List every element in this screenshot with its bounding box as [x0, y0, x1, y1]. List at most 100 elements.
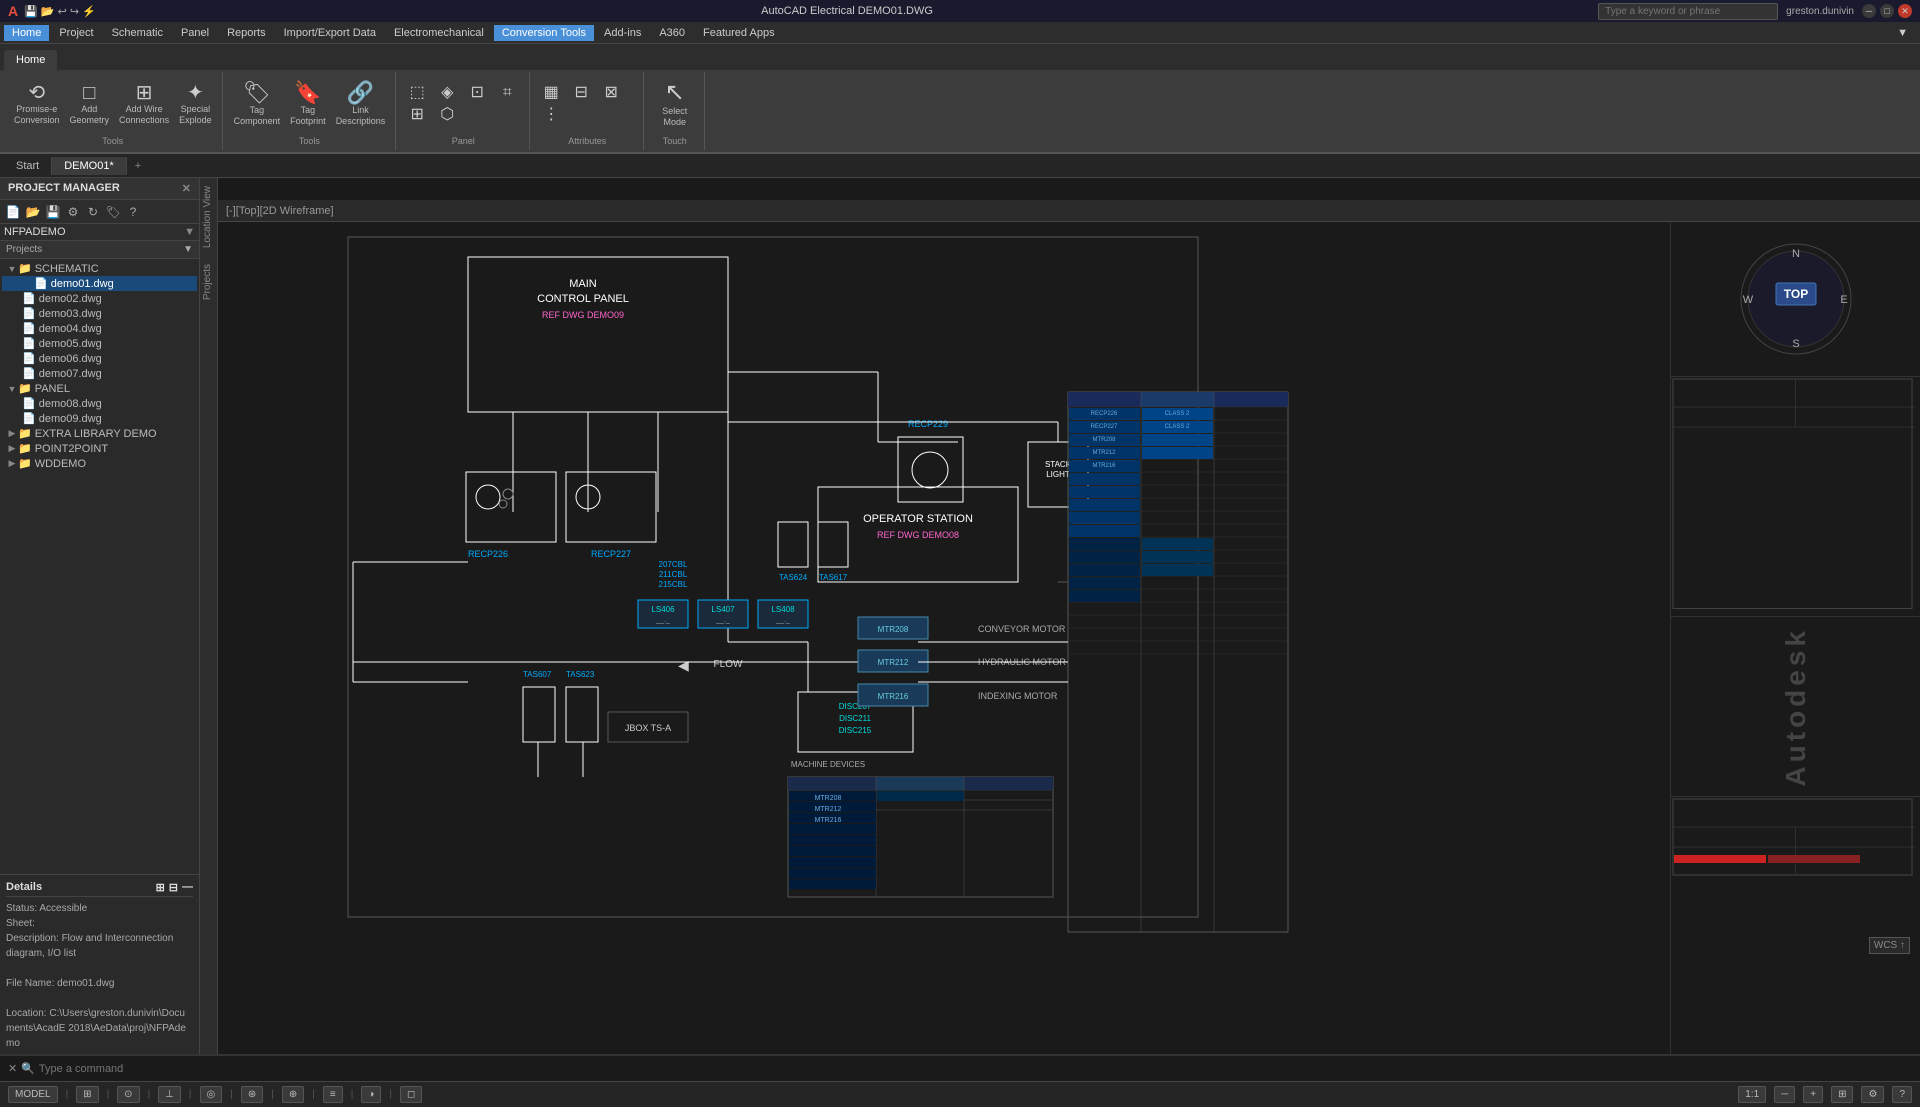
tree-item-demo08[interactable]: 📄 demo08.dwg [2, 396, 197, 411]
btn-attr-4[interactable]: ⋮ [537, 105, 565, 125]
tree-item-panel[interactable]: ▼ 📁 PANEL [2, 381, 197, 396]
rt-cell-13 [1069, 564, 1140, 576]
search-input[interactable] [1598, 3, 1778, 20]
btn-panel-6[interactable]: ⬡ [433, 105, 461, 125]
side-labels: Location View Projects [200, 178, 218, 1054]
osnap-button[interactable]: ⊛ [241, 1086, 263, 1103]
tree-item-wddemo[interactable]: ▶ 📁 WDDEMO [2, 456, 197, 471]
minimize-button[interactable]: ─ [1862, 4, 1876, 18]
lineweight-button[interactable]: ≡ [323, 1086, 343, 1103]
ortho-button[interactable]: ⊥ [158, 1086, 181, 1103]
root-dropdown-icon[interactable]: ▼ [184, 226, 195, 238]
main-panel-title-line2: CONTROL PANEL [537, 293, 629, 305]
btn-tag-footprint[interactable]: 🔖 TagFootprint [286, 80, 330, 129]
panel-group-label: Panel [403, 134, 523, 148]
tree-item-schematic[interactable]: ▼ 📁 SCHEMATIC [2, 261, 197, 276]
projects-view-label[interactable]: Projects [200, 256, 217, 308]
menu-conversion[interactable]: Conversion Tools [494, 25, 594, 41]
rt-cell-8 [1069, 499, 1140, 511]
command-input[interactable] [39, 1063, 1912, 1075]
btn-panel-2[interactable]: ◈ [433, 83, 461, 103]
help-button[interactable]: ? [1892, 1086, 1912, 1103]
panel-tool-settings[interactable]: ⚙ [64, 203, 82, 221]
drawing-svg[interactable]: MAIN CONTROL PANEL REF DWG DEMO09 RECP22… [218, 222, 1920, 1054]
btn-panel-5[interactable]: ⊞ [403, 105, 431, 125]
tab-start[interactable]: Start [4, 157, 52, 175]
panel-tool-tag[interactable]: 🏷 [104, 203, 122, 221]
menu-extra[interactable]: ▼ [1889, 25, 1916, 41]
panel-tool-refresh[interactable]: ↻ [84, 203, 102, 221]
menu-import-export[interactable]: Import/Export Data [276, 25, 384, 41]
close-button[interactable]: ✕ [1898, 4, 1912, 18]
tree-item-demo03[interactable]: 📄 demo03.dwg [2, 306, 197, 321]
mtr208-label: MTR208 [878, 625, 909, 634]
btn-promise-conversion[interactable]: ⟲ Promise-eConversion [10, 81, 64, 128]
btn-add-geometry[interactable]: □ AddGeometry [66, 81, 114, 128]
snap-button[interactable]: ⊙ [117, 1086, 139, 1103]
menu-electromechanical[interactable]: Electromechanical [386, 25, 492, 41]
tree-item-demo01[interactable]: 📄 demo01.dwg [2, 276, 197, 291]
btn-attr-2[interactable]: ⊟ [567, 83, 595, 103]
details-icon-3[interactable]: — [182, 881, 193, 894]
panel-tool-open[interactable]: 📂 [24, 203, 42, 221]
menu-panel[interactable]: Panel [173, 25, 217, 41]
annotation-scale[interactable]: 1:1 [1738, 1086, 1766, 1103]
btn-add-wire[interactable]: ⊞ Add WireConnections [115, 81, 173, 128]
grid-button[interactable]: ⊞ [76, 1086, 98, 1103]
btn-panel-3[interactable]: ⊡ [463, 83, 491, 103]
ribbon-tab-home[interactable]: Home [4, 50, 57, 70]
btn-attr-1[interactable]: ▦ [537, 83, 565, 103]
menu-addins[interactable]: Add-ins [596, 25, 649, 41]
menu-project[interactable]: Project [51, 25, 101, 41]
canvas-area[interactable]: [-][Top][2D Wireframe] MAIN CONTROL PANE… [218, 200, 1920, 1054]
cmd-close-icon[interactable]: ✕ [8, 1062, 17, 1075]
viewport-controls[interactable]: ⊞ [1831, 1086, 1853, 1103]
menu-a360[interactable]: A360 [651, 25, 693, 41]
tree-item-demo07[interactable]: 📄 demo07.dwg [2, 366, 197, 381]
tree-item-extra[interactable]: ▶ 📁 EXTRA LIBRARY DEMO [2, 426, 197, 441]
location-view-label[interactable]: Location View [200, 178, 217, 256]
menu-home[interactable]: Home [4, 25, 49, 41]
btn-tag-component[interactable]: 🏷 TagComponent [230, 80, 285, 129]
file-icon-demo08: 📄 [22, 397, 36, 410]
disc211-label: DISC211 [839, 714, 871, 723]
projects-collapse-icon[interactable]: ▼ [183, 244, 193, 255]
tab-demo01[interactable]: DEMO01* [52, 157, 127, 175]
viewport[interactable]: Location View Projects [-][Top][2D Wiref… [200, 178, 1920, 1054]
otrack-button[interactable]: ⊕ [282, 1086, 304, 1103]
tree-item-demo04[interactable]: 📄 demo04.dwg [2, 321, 197, 336]
btn-panel-4[interactable]: ⌗ [493, 83, 521, 103]
properties-button[interactable]: ⚙ [1861, 1086, 1884, 1103]
tree-item-demo05[interactable]: 📄 demo05.dwg [2, 336, 197, 351]
quick-access-toolbar[interactable]: 💾 📂 ↩ ↪ ⚡ [24, 5, 96, 18]
details-icon-1[interactable]: ⊞ [156, 881, 165, 894]
btn-select-mode[interactable]: ↖ SelectMode [657, 79, 693, 130]
tree-item-point2point[interactable]: ▶ 📁 POINT2POINT [2, 441, 197, 456]
model-button[interactable]: MODEL [8, 1086, 58, 1103]
tree-item-demo02[interactable]: 📄 demo02.dwg [2, 291, 197, 306]
panel-tool-new[interactable]: 📄 [4, 203, 22, 221]
menu-featured[interactable]: Featured Apps [695, 25, 783, 41]
btn-panel-1[interactable]: ⬚ [403, 83, 431, 103]
selection-button[interactable]: ◻ [400, 1086, 422, 1103]
panel-tool-help[interactable]: ? [124, 203, 142, 221]
btn-special-explode[interactable]: ✦ SpecialExplode [175, 81, 216, 128]
tree-item-demo09[interactable]: 📄 demo09.dwg [2, 411, 197, 426]
maximize-button[interactable]: □ [1880, 4, 1894, 18]
zoom-in-button[interactable]: + [1803, 1086, 1823, 1103]
panel-tool-save[interactable]: 💾 [44, 203, 62, 221]
stack-light-label2: LIGHT [1046, 470, 1070, 479]
tree-item-demo06[interactable]: 📄 demo06.dwg [2, 351, 197, 366]
tab-add-button[interactable]: + [127, 157, 149, 175]
rt-cell-13b [1142, 564, 1213, 576]
menu-schematic[interactable]: Schematic [104, 25, 171, 41]
file-icon-demo09: 📄 [22, 412, 36, 425]
btn-attr-3[interactable]: ⊠ [597, 83, 625, 103]
btn-link-descriptions[interactable]: 🔗 LinkDescriptions [332, 80, 390, 129]
panel-close-icon[interactable]: ✕ [182, 182, 191, 195]
transparency-button[interactable]: ◑ [361, 1086, 381, 1103]
zoom-out-button[interactable]: ─ [1774, 1086, 1795, 1103]
details-icon-2[interactable]: ⊟ [169, 881, 178, 894]
menu-reports[interactable]: Reports [219, 25, 274, 41]
polar-button[interactable]: ◎ [200, 1086, 223, 1103]
